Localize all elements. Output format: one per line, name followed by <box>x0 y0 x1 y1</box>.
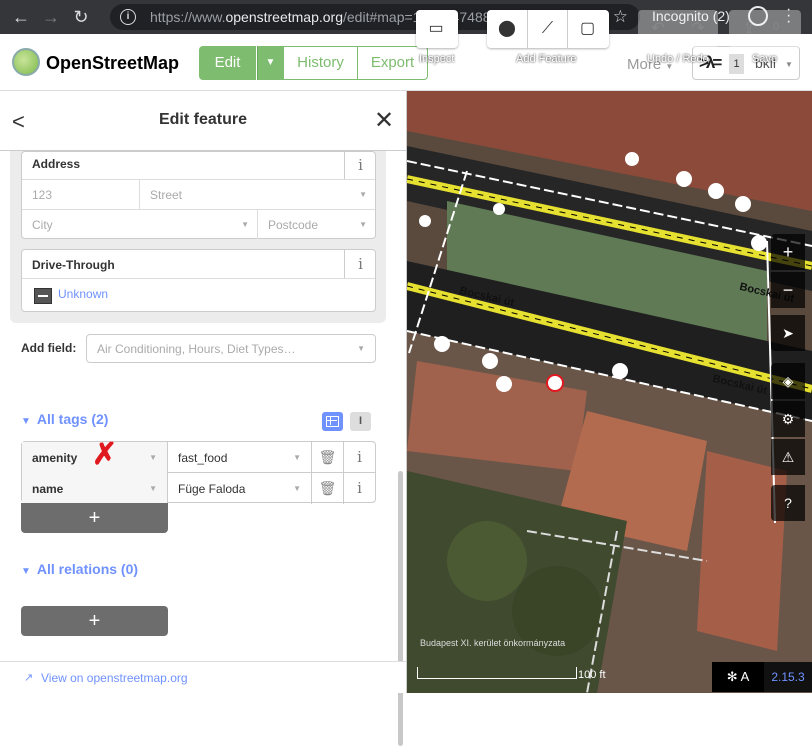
edit-dropdown-caret-icon[interactable]: ▼ <box>257 46 283 80</box>
add-field-label: Add field: <box>21 341 77 355</box>
bookmark-star-icon[interactable]: ☆ <box>613 7 628 27</box>
forward-arrow-icon[interactable]: → <box>36 7 66 28</box>
drive-through-field: Drive-Through i Unknown <box>21 249 376 312</box>
save-label: Save <box>752 53 778 65</box>
history-button[interactable]: History <box>283 46 358 80</box>
tag-info-icon[interactable]: i <box>344 473 375 504</box>
key-dropdown-icon: ▼ <box>149 484 157 493</box>
red-x-annotation-icon: ✗ <box>92 438 118 471</box>
drive-through-info-icon[interactable]: i <box>344 250 376 278</box>
site-info-icon[interactable]: i <box>120 9 136 25</box>
undo-icon[interactable]: ↶ <box>638 10 678 48</box>
sidebar-header: < Edit feature ✕ <box>0 91 406 151</box>
inspect-toolbar: ▭ <box>416 10 458 48</box>
view-on-osm-link[interactable]: View on openstreetmap.org <box>41 671 188 685</box>
scale-label: 100 ft <box>578 669 606 681</box>
address-info-icon[interactable]: i <box>344 152 376 179</box>
imagery-attribution[interactable]: Budapest XI. kerület önkormányzata <box>420 638 565 648</box>
osm-title[interactable]: OpenStreetMap <box>46 53 179 74</box>
tag-row: name ▼ Füge Faloda ▼ 🗑 i <box>22 473 375 504</box>
map-canvas[interactable]: Bocskai út Bocskai út Bocskai út <box>407 91 812 693</box>
bug-icon[interactable]: ✻ <box>727 669 738 684</box>
external-link-icon: ↗ <box>24 672 34 684</box>
street-dropdown-icon: ▼ <box>359 190 367 199</box>
edit-sidebar: < Edit feature ✕ Address i 123 Street ▼ C… <box>0 91 407 746</box>
add-feature-toolbar: ⬤ ⟋ ▢ <box>487 10 609 48</box>
sidebar-footer: ↗ View on openstreetmap.org <box>0 661 406 693</box>
trash-icon[interactable]: 🗑 <box>312 473 344 504</box>
trash-icon[interactable]: 🗑 <box>312 442 344 473</box>
scale-bar <box>417 667 577 679</box>
divider <box>22 278 375 279</box>
version-label[interactable]: 2.15.3 <box>764 662 812 692</box>
city-input[interactable]: City ▼ <box>22 209 258 239</box>
reload-icon[interactable]: ↻ <box>66 7 96 28</box>
chevron-down-icon: ▼ <box>785 60 793 69</box>
all-relations-toggle[interactable]: ▼ All relations (0) <box>21 561 138 577</box>
drive-through-value[interactable]: Unknown <box>58 287 108 301</box>
tag-key-input[interactable]: name ▼ <box>22 473 168 504</box>
layers-icon[interactable]: ◈ <box>771 363 805 399</box>
edit-button[interactable]: Edit <box>199 46 256 80</box>
add-field-dropdown-icon: ▼ <box>357 344 365 353</box>
table-icon <box>326 416 339 427</box>
save-toolbar: ⇪ 0 <box>729 10 801 48</box>
add-feature-label: Add Feature <box>516 53 577 65</box>
geolocate-icon[interactable]: ➤ <box>771 315 805 351</box>
osm-logo-icon[interactable] <box>12 48 40 76</box>
sidebar-title: Edit feature <box>158 111 247 128</box>
back-arrow-icon[interactable]: ← <box>6 7 36 28</box>
value-dropdown-icon: ▼ <box>293 453 301 462</box>
tag-info-icon[interactable]: i <box>344 442 375 473</box>
export-button[interactable]: Export <box>357 46 428 80</box>
list-view-button[interactable] <box>322 412 343 431</box>
expand-triangle-icon: ▼ <box>21 416 31 427</box>
undo-redo-toolbar: ↶ ↷ <box>638 10 718 48</box>
issues-icon[interactable]: ⚠ <box>771 439 805 475</box>
housenumber-input[interactable]: 123 <box>22 179 140 209</box>
redo-icon[interactable]: ↷ <box>678 10 718 48</box>
value-dropdown-icon: ▼ <box>293 484 301 493</box>
text-view-button[interactable]: I <box>350 412 371 431</box>
key-dropdown-icon: ▼ <box>149 453 157 462</box>
save-count: 0 <box>773 21 780 33</box>
upload-icon[interactable]: ⇪ <box>729 10 769 48</box>
city-dropdown-icon: ▼ <box>241 220 249 229</box>
add-field-input[interactable]: Air Conditioning, Hours, Diet Types… ▼ <box>86 334 376 363</box>
translate-icon[interactable]: A <box>741 669 750 684</box>
drive-through-checkbox[interactable] <box>34 288 52 304</box>
undo-redo-label: Undo / Redo <box>647 53 709 65</box>
map-data-icon[interactable]: ⚙ <box>771 401 805 437</box>
add-line-icon[interactable]: ⟋ <box>527 10 567 48</box>
sidebar-scrollbar[interactable] <box>398 471 403 746</box>
drive-through-label: Drive-Through <box>32 258 115 272</box>
postcode-dropdown-icon: ▼ <box>359 220 367 229</box>
sidebar-toggle-icon[interactable]: ▭ <box>416 10 456 48</box>
street-input[interactable]: Street ▼ <box>140 179 375 209</box>
zoom-in-icon[interactable]: + <box>771 234 805 270</box>
zoom-out-icon[interactable]: − <box>771 272 805 308</box>
all-tags-toggle[interactable]: ▼ All tags (2) <box>21 411 108 427</box>
close-icon[interactable]: ✕ <box>374 106 394 135</box>
add-area-icon[interactable]: ▢ <box>567 10 607 48</box>
tag-value-input[interactable]: fast_food ▼ <box>168 442 312 473</box>
tag-row: amenity ▼ fast_food ▼ 🗑 i <box>22 442 375 473</box>
address-field: Address i 123 Street ▼ City ▼ Postcode ▼ <box>21 151 376 239</box>
help-icon[interactable]: ? <box>771 485 805 521</box>
expand-triangle-icon: ▼ <box>21 566 31 577</box>
add-tag-button[interactable]: + <box>21 503 168 533</box>
sidebar-body: Address i 123 Street ▼ City ▼ Postcode ▼ Dr… <box>0 151 406 661</box>
inspect-label: Inspect <box>419 53 455 65</box>
add-relation-button[interactable]: + <box>21 606 168 636</box>
postcode-input[interactable]: Postcode ▼ <box>258 209 375 239</box>
bug-language-icons[interactable]: ✻ A <box>712 662 764 692</box>
tag-table: amenity ▼ fast_food ▼ 🗑 i name ▼ Füge Falod… <box>21 441 376 504</box>
add-point-icon[interactable]: ⬤ <box>487 10 527 48</box>
tag-value-input[interactable]: Füge Faloda ▼ <box>168 473 312 504</box>
text-cursor-icon: I <box>358 415 363 427</box>
message-count-badge: 1 <box>729 54 744 74</box>
address-label: Address <box>32 157 81 171</box>
